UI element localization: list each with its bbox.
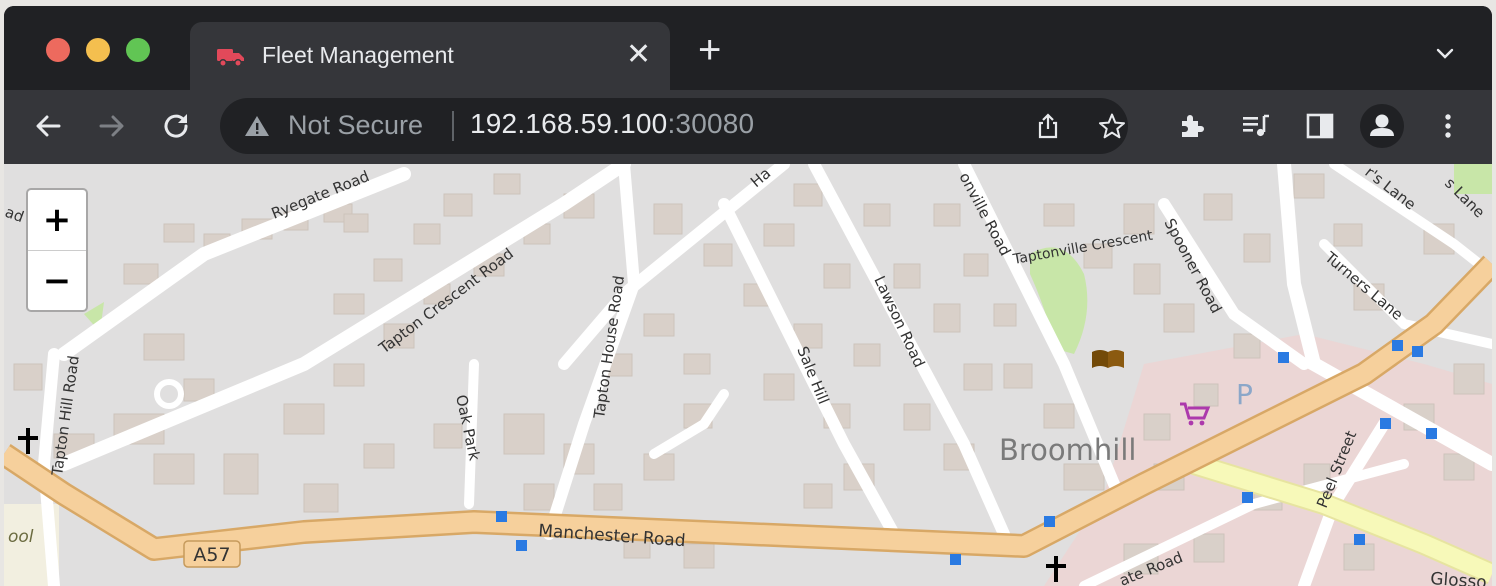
- forward-icon[interactable]: [96, 110, 128, 142]
- tab-fleet-management[interactable]: Fleet Management ✕: [190, 22, 670, 90]
- street-label: Spooner Road: [1160, 215, 1225, 316]
- library-icon: [1092, 350, 1124, 368]
- new-tab-button[interactable]: +: [698, 30, 721, 70]
- street-label: ad: [4, 203, 26, 226]
- security-label[interactable]: Not Secure: [288, 110, 423, 141]
- tab-bar: Fleet Management ✕ +: [4, 6, 1492, 90]
- place-label: Broomhill: [999, 433, 1136, 467]
- zoom-in-button[interactable]: +: [28, 190, 86, 251]
- fullscreen-window-button[interactable]: [126, 38, 150, 62]
- map-view[interactable]: A57 P Ryegate Road Tapton Crescent Road …: [4, 164, 1492, 586]
- street-label: Turners Lane: [1321, 248, 1407, 324]
- street-label: Tapton House Road: [590, 274, 628, 420]
- address-bar[interactable]: Not Secure 192.168.59.100:30080: [220, 98, 1128, 154]
- person-icon: [1370, 114, 1394, 136]
- chevron-down-icon[interactable]: [1434, 42, 1456, 64]
- road-shield-label: A57: [193, 544, 230, 566]
- url-host: 192.168.59.100: [470, 108, 668, 139]
- map-tiles: A57 P Ryegate Road Tapton Crescent Road …: [4, 164, 1492, 586]
- extensions-icon[interactable]: [1176, 110, 1208, 142]
- parking-label: P: [1236, 378, 1253, 411]
- more-menu-icon[interactable]: [1432, 110, 1464, 142]
- share-icon[interactable]: [1034, 112, 1062, 140]
- reload-icon[interactable]: [160, 110, 192, 142]
- minimize-window-button[interactable]: [86, 38, 110, 62]
- bookmark-star-icon[interactable]: [1098, 112, 1126, 140]
- warning-icon: [245, 116, 269, 136]
- zoom-out-button[interactable]: −: [28, 251, 86, 311]
- street-label: Sale Hill: [793, 344, 832, 407]
- close-window-button[interactable]: [46, 38, 70, 62]
- church-icon: [18, 428, 38, 454]
- profile-avatar[interactable]: [1360, 104, 1404, 148]
- truck-icon: [217, 49, 244, 67]
- browser-window: Fleet Management ✕ + Not Secure 192.168.…: [4, 6, 1492, 586]
- omnibox-divider: [452, 111, 454, 141]
- back-icon[interactable]: [32, 110, 64, 142]
- school-label: ool: [8, 527, 34, 547]
- street-label: Glosso: [1430, 569, 1488, 586]
- browser-toolbar: Not Secure 192.168.59.100:30080: [4, 90, 1492, 164]
- side-panel-icon[interactable]: [1304, 110, 1336, 142]
- street-label: onville Road: [955, 169, 1014, 258]
- tab-title: Fleet Management: [262, 42, 454, 68]
- tab-close-icon[interactable]: ✕: [626, 40, 651, 70]
- zoom-control: + −: [26, 188, 88, 312]
- media-queue-icon[interactable]: [1240, 110, 1272, 142]
- street-label: Taptonville Crescent: [1011, 228, 1155, 269]
- url-text[interactable]: 192.168.59.100:30080: [470, 108, 754, 140]
- url-port: :30080: [667, 108, 755, 139]
